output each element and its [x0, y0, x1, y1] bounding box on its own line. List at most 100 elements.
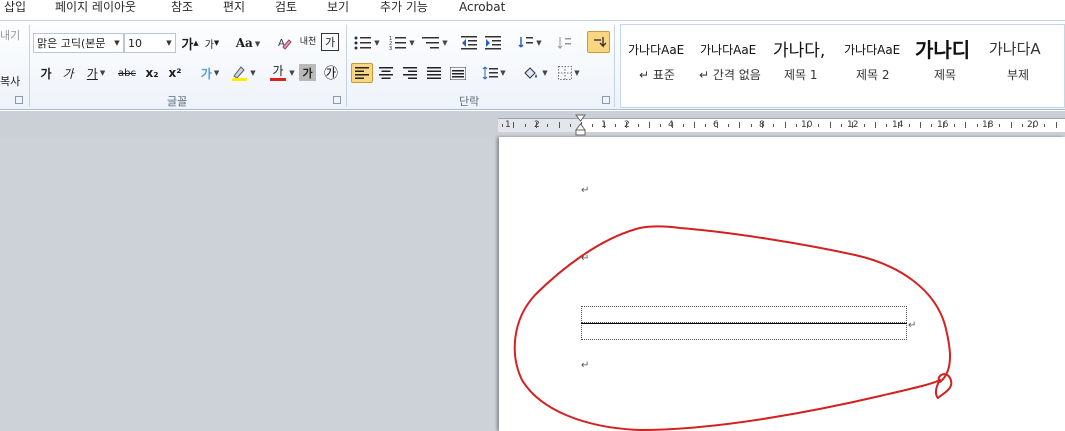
ruler-tick [671, 122, 673, 128]
bold-button[interactable]: 가 [36, 63, 56, 83]
distributed-icon [450, 66, 466, 80]
grow-font-button[interactable]: 가 ▲ [180, 33, 200, 53]
paragraph-group-label: 단락 [459, 95, 480, 108]
ruler-tick [592, 124, 594, 127]
ruler-tick [648, 122, 650, 128]
ruler-tick [761, 122, 763, 128]
font-size-combo[interactable]: 10 ▼ [124, 33, 176, 53]
align-right-icon [403, 67, 417, 79]
borders-button[interactable]: ▼ [555, 63, 583, 83]
text-effects-button[interactable]: 가 ▼ [196, 63, 224, 83]
multilevel-list-button[interactable]: ▼ [421, 33, 449, 53]
ruler-tick [728, 124, 729, 127]
ruler-tick [502, 124, 503, 127]
subscript-button[interactable]: x₂ [142, 63, 162, 83]
table-row[interactable] [581, 323, 907, 340]
show-formatting-marks-button[interactable] [587, 31, 610, 53]
paragraph-dialog-launcher-icon[interactable] [602, 96, 610, 104]
paste-button-partial[interactable]: 내기 [0, 25, 20, 45]
ruler-tick [954, 124, 955, 127]
chevron-down-icon[interactable]: ▼ [163, 39, 175, 47]
style-sample: 가나다AaE [628, 43, 685, 57]
ribbon: 내기 복사 맑은 고딕(본문 ▼ 10 ▼ 가 ▲ 가 ▼ Aa ▼ A 내천 가 가… [0, 20, 1065, 110]
shrink-font-button[interactable]: 가 ▼ [203, 33, 221, 53]
copy-button-partial[interactable]: 복사 [0, 71, 20, 91]
ruler-tick [615, 124, 616, 127]
bullets-button[interactable]: ▼ [352, 33, 382, 53]
paragraph-shading-button[interactable]: ▼ [519, 63, 551, 83]
ruler-tick [569, 124, 571, 127]
justify-button[interactable] [423, 63, 445, 83]
ruler-tick [1055, 122, 1057, 128]
line-spacing-button[interactable]: ▼ [480, 63, 508, 83]
ruler-tick [976, 124, 978, 127]
change-case-button[interactable]: Aa ▼ [235, 33, 261, 53]
superscript-button[interactable]: x² [165, 63, 185, 83]
ruler-tick [965, 122, 967, 128]
character-border-button[interactable]: 가 [321, 33, 339, 51]
text-direction-button[interactable]: ▼ [515, 33, 545, 53]
tab-page-layout[interactable]: 페이지 레이아웃 [55, 0, 136, 14]
document-page[interactable] [499, 137, 1065, 431]
ruler-tick [682, 124, 684, 127]
ruler-tick [807, 122, 809, 128]
ruler-tick [795, 124, 797, 127]
ruler-tick [694, 122, 696, 128]
clipboard-launcher-icon[interactable] [15, 96, 23, 104]
tab-add-ins[interactable]: 추가 기능 [380, 0, 428, 14]
font-name-combo[interactable]: 맑은 고딕(본문 ▼ [33, 33, 124, 53]
numbering-button[interactable]: 1 2 3 ▼ [387, 33, 417, 53]
enclose-characters-button[interactable]: ㉮ [321, 63, 341, 83]
ruler-tick [660, 124, 662, 127]
ruler-tick [886, 124, 888, 127]
italic-button[interactable]: 가 [58, 63, 78, 83]
table-row[interactable] [581, 306, 907, 323]
border-grid-icon [558, 66, 573, 80]
character-shading-button[interactable]: 가 [299, 64, 316, 81]
group-separator [346, 25, 347, 107]
style-sample: 가나디 [915, 38, 971, 62]
style-item-normal[interactable]: 가나다AaE ↵ 표준 [621, 25, 693, 107]
tab-review[interactable]: 검토 [275, 0, 297, 14]
style-name: 제목 2 [856, 68, 890, 82]
style-sample: 가나다AaE [700, 43, 757, 57]
style-item-title[interactable]: 가나디 제목 [909, 25, 981, 107]
strikethrough-button[interactable]: abc [116, 63, 138, 83]
tab-acrobat[interactable]: Acrobat [459, 0, 505, 14]
tab-insert[interactable]: 삽입 [4, 0, 26, 14]
style-item-no-spacing[interactable]: 가나다AaE ↵ 간격 없음 [693, 25, 765, 107]
style-name: ↵ 간격 없음 [699, 68, 761, 82]
ruler-tick [535, 122, 537, 128]
ruler-tick [547, 124, 549, 127]
phonetic-guide-button[interactable]: 내천 [297, 32, 319, 52]
highlight-color-button[interactable]: ▼ [227, 63, 259, 83]
ruler-tick [784, 122, 786, 128]
indent-marker-icon[interactable] [575, 114, 586, 136]
decrease-indent-icon[interactable] [458, 33, 480, 53]
ruler-tick [1010, 122, 1012, 128]
ruler-tick [1044, 124, 1046, 127]
font-dialog-launcher-icon[interactable] [333, 96, 341, 104]
chevron-down-icon[interactable]: ▼ [111, 39, 123, 47]
clear-format-icon[interactable]: A [275, 33, 295, 53]
distributed-button[interactable] [447, 63, 469, 83]
tab-mailings[interactable]: 편지 [223, 0, 245, 14]
sort-icon[interactable] [553, 33, 575, 53]
tab-view[interactable]: 보기 [327, 0, 349, 14]
style-item-subtitle[interactable]: 가나다A 부제 [981, 25, 1053, 107]
group-separator [29, 25, 30, 107]
ruler-tick [852, 122, 854, 128]
underline-button[interactable]: 가 ▼ [82, 63, 110, 83]
style-item-heading-2[interactable]: 가나다AaE 제목 2 [837, 25, 909, 107]
increase-indent-icon[interactable] [482, 33, 504, 53]
align-left-button[interactable] [351, 63, 373, 83]
chevron-down-icon[interactable]: ▼ [287, 63, 295, 83]
tab-references[interactable]: 참조 [171, 0, 193, 14]
font-size-value: 10 [128, 36, 142, 50]
align-center-button[interactable] [375, 63, 397, 83]
font-group-label: 글꼴 [167, 95, 188, 108]
ruler-tick [524, 124, 526, 127]
paragraph-mark: ↵ [581, 360, 590, 371]
align-right-button[interactable] [399, 63, 421, 83]
style-item-heading-1[interactable]: 가나다, 제목 1 [765, 25, 837, 107]
